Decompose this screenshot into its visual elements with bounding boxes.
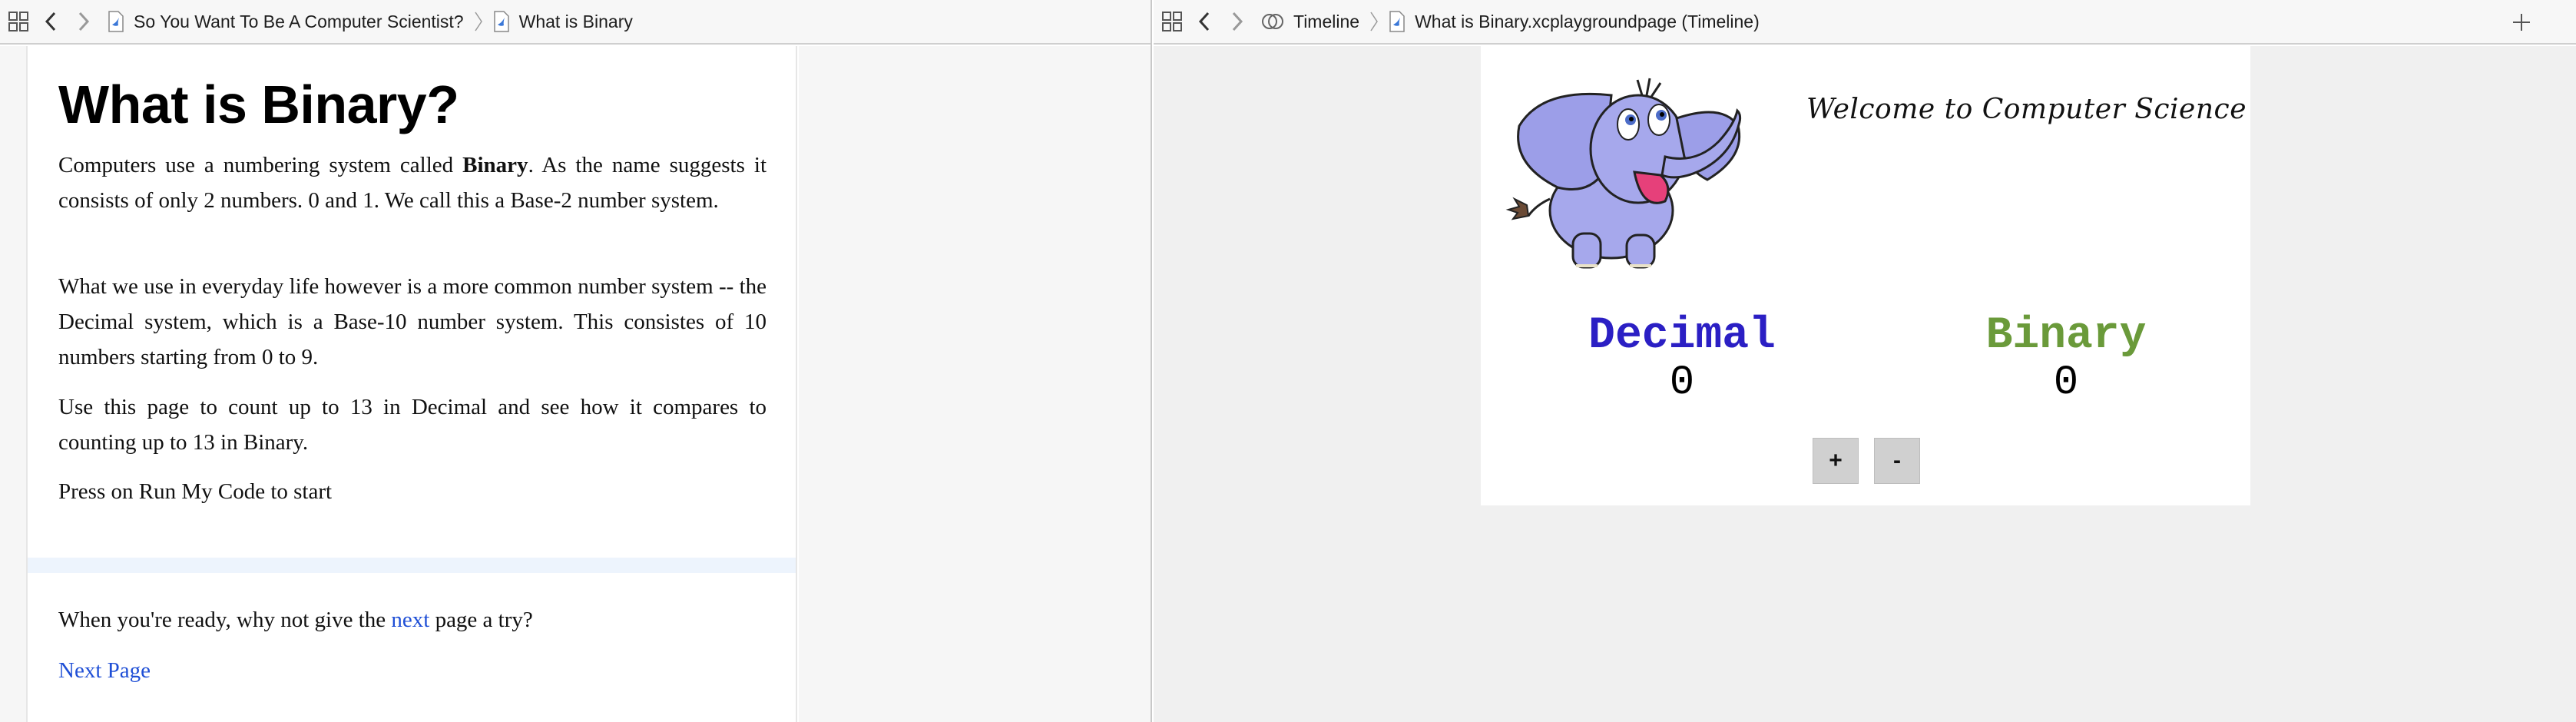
swift-file-icon: [1389, 11, 1405, 32]
forward-button[interactable]: [1229, 6, 1261, 37]
binary-bold-term: Binary: [462, 153, 528, 177]
swift-file-icon: [493, 11, 509, 32]
back-button[interactable]: [43, 6, 75, 37]
breadcrumb-page[interactable]: What is Binary: [519, 12, 633, 32]
increment-button[interactable]: +: [1813, 438, 1859, 484]
decimal-paragraph: What we use in everyday life however is …: [58, 274, 767, 369]
next-text-start: When you're ready, why not give the: [58, 608, 392, 632]
next-page-link[interactable]: Next Page: [58, 658, 151, 683]
grid-icon: [1162, 12, 1182, 31]
breadcrumb-timeline[interactable]: Timeline: [1293, 12, 1359, 32]
breadcrumb-separator-icon: [474, 12, 482, 31]
binary-counter: Binary 0: [1935, 312, 2197, 406]
chevron-left-icon: [1198, 12, 1210, 31]
timeline-pane: Timeline What is Binary.xcplaygroundpage…: [1154, 0, 2576, 722]
rendered-markup-document: What is Binary? Computers use a numberin…: [26, 46, 797, 722]
related-items-button[interactable]: [0, 6, 43, 37]
doc-right-gutter: [799, 46, 1151, 722]
back-button[interactable]: [1197, 6, 1229, 37]
breadcrumb-separator-icon: [1370, 12, 1378, 31]
next-page-link-row: Next Page: [58, 653, 767, 688]
left-jump-bar: So You Want To Be A Computer Scientist? …: [0, 0, 1151, 45]
breadcrumb-book[interactable]: So You Want To Be A Computer Scientist?: [134, 12, 464, 32]
intro-paragraph: Computers use a numbering system called …: [58, 147, 767, 218]
related-items-button[interactable]: [1154, 6, 1197, 37]
page-title: What is Binary?: [58, 75, 459, 134]
next-text-end: page a try?: [429, 608, 533, 632]
doc-left-gutter: [0, 46, 26, 722]
welcome-heading: Welcome to Computer Science: [1806, 94, 2247, 125]
forward-button[interactable]: [75, 6, 108, 37]
right-jump-bar: Timeline What is Binary.xcplaygroundpage…: [1154, 0, 2576, 45]
next-page-paragraph: When you're ready, why not give the next…: [58, 602, 767, 638]
instructions-paragraph: Use this page to count up to 13 in Decim…: [58, 395, 767, 455]
code-area-divider: [28, 558, 796, 573]
live-view-canvas: Welcome to Computer Science Decimal 0 Bi…: [1481, 46, 2250, 505]
chevron-left-icon: [45, 12, 56, 31]
swift-file-icon: [108, 11, 124, 32]
breadcrumb-timeline-page[interactable]: What is Binary.xcplaygroundpage (Timelin…: [1415, 12, 1760, 32]
playground-doc-pane: So You Want To Be A Computer Scientist? …: [0, 0, 1152, 722]
decimal-label: Decimal: [1588, 311, 1776, 361]
decimal-value: 0: [1669, 359, 1695, 406]
plus-icon[interactable]: [2508, 9, 2535, 35]
next-inline-link[interactable]: next: [391, 608, 429, 632]
timeline-icon: [1262, 14, 1283, 29]
elephant-mascot-image: [1505, 78, 1742, 269]
binary-label: Binary: [1985, 311, 2147, 361]
chevron-right-icon: [1232, 12, 1243, 31]
intro-text-start: Computers use a numbering system called: [58, 153, 463, 177]
decrement-button[interactable]: -: [1874, 438, 1920, 484]
binary-value: 0: [2053, 359, 2079, 406]
chevron-right-icon: [78, 12, 90, 31]
grid-icon: [8, 12, 28, 31]
decimal-counter: Decimal 0: [1551, 312, 1813, 406]
run-code-paragraph: Press on Run My Code to start: [58, 479, 333, 504]
